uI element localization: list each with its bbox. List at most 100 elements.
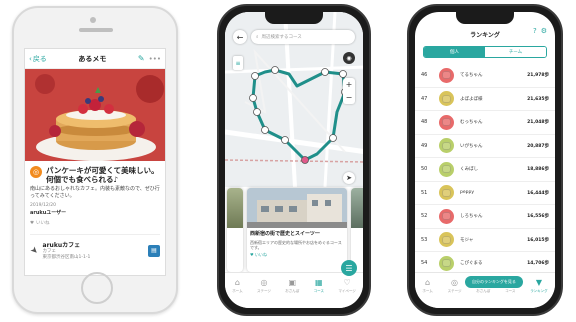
waypoint-marker	[321, 68, 329, 76]
speaker	[79, 28, 113, 32]
card-title: 西新宿の街で歴史とスイーツ一	[250, 231, 320, 237]
table-row[interactable]: 47 よぼよぼ様 21,635歩	[415, 88, 555, 111]
card-photo	[247, 188, 347, 228]
place-info: arukuカフェ カフェ 東京都渋谷区南山1-1-1	[43, 240, 91, 261]
tab-bar: ⌂ ホーム ◎ ステージ ▣ おさんぽ ▦ コース ♡ マイページ	[225, 272, 363, 308]
step-score: 18,886歩	[527, 167, 549, 173]
ranking-segment: 個人 チーム	[423, 46, 547, 58]
course-card-prev[interactable]	[227, 188, 243, 272]
list-fab-button[interactable]: ☰	[341, 260, 357, 276]
avatar	[439, 255, 454, 271]
stage-icon: ◎	[260, 278, 268, 287]
avatar	[439, 161, 454, 177]
segment-team[interactable]: チーム	[485, 47, 546, 57]
segment-individual[interactable]: 個人	[424, 47, 485, 57]
step-score: 16,444歩	[527, 190, 549, 196]
card-photo	[351, 188, 363, 228]
more-button[interactable]: •••	[149, 55, 161, 63]
tab-ranking[interactable]: ▼ ランキング	[530, 278, 547, 308]
place-detail-button[interactable]: ▤	[148, 244, 160, 257]
memo-author[interactable]: arukuユーザー	[25, 209, 165, 216]
course-card[interactable]: 西新宿の街で歴史とスイーツ一 西新宿エリアの歴史的な場所やお店をめぐるコースです…	[247, 188, 347, 272]
place-card[interactable]: ➤ arukuカフェ カフェ 東京都渋谷区南山1-1-1 ▤	[27, 234, 160, 261]
memo-badge-icon: ◎	[30, 166, 42, 178]
table-row[interactable]: 49 いがちゃん 20,887歩	[415, 135, 555, 158]
home-button[interactable]	[81, 272, 113, 304]
rank-number: 46	[421, 72, 428, 79]
zoom-control[interactable]: + −	[343, 78, 355, 104]
my-ranking-button[interactable]: 自分のランキングを見る	[465, 276, 523, 288]
user-name: くみぼし	[460, 167, 479, 173]
tab-stage[interactable]: ◎ ステージ	[448, 278, 462, 308]
layer-icon[interactable]: ◉	[343, 52, 355, 64]
avatar	[439, 185, 454, 201]
memo-date: 2019/12/20	[30, 203, 56, 208]
help-icon[interactable]: ?	[533, 27, 537, 35]
tab-stage[interactable]: ◎ ステージ	[257, 278, 271, 308]
avatar	[439, 91, 454, 107]
course-card-carousel[interactable]: 西新宿の街で歴史とスイーツ一 西新宿エリアの歴史的な場所やお店をめぐるコースです…	[225, 188, 363, 272]
user-name: モジャ	[460, 237, 474, 243]
rank-number: 52	[421, 213, 428, 220]
user-name: しろちゃん	[460, 214, 483, 220]
tab-home[interactable]: ⌂ ホーム	[422, 278, 432, 308]
table-row[interactable]: 52 しろちゃん 16,556歩	[415, 205, 555, 229]
table-row[interactable]: 50 くみぼし 18,886歩	[415, 158, 555, 182]
list-toggle-icon[interactable]: ≡	[233, 56, 243, 70]
card-photo	[227, 188, 243, 228]
user-name: よぼよぼ様	[460, 96, 483, 102]
tab-course[interactable]: ▦コース	[314, 278, 324, 308]
chevron-left-icon: ‹	[29, 54, 32, 63]
camera	[90, 17, 96, 23]
tab-mypage[interactable]: ♡ マイページ	[338, 278, 355, 308]
memo-header: ‹ 戻る あるメモ ✎ •••	[25, 49, 165, 69]
trophy-icon: ▼	[535, 278, 542, 287]
step-score: 21,048歩	[527, 120, 549, 126]
search-input[interactable]: ⌕ 周辺検索するコース	[251, 30, 355, 44]
back-button[interactable]: ←	[233, 30, 247, 44]
step-score: 21,978歩	[527, 73, 549, 79]
stage-icon: ◎	[451, 278, 459, 287]
user-name: いがちゃん	[460, 143, 483, 149]
back-button[interactable]: ‹ 戻る	[29, 54, 47, 64]
place-name: arukuカフェ	[42, 242, 81, 249]
card-like-button[interactable]: ♥ いいね	[247, 250, 347, 260]
waypoint-marker	[329, 134, 337, 142]
navigation-arrow-icon: ➤	[27, 244, 40, 257]
step-score: 16,556歩	[527, 214, 549, 220]
table-row[interactable]: 53 モジャ 16,015歩	[415, 229, 555, 252]
tab-walk[interactable]: ▣おさんぽ	[285, 278, 299, 308]
user-name: てるちゃん	[460, 73, 483, 79]
phone-white: ‹ 戻る あるメモ ✎ ••• ◎ パンケーキが可愛くて美味しい。何個でも食べら…	[12, 6, 178, 314]
home-icon: ⌂	[425, 278, 431, 287]
table-row[interactable]: 46 てるちゃん 21,978歩	[415, 64, 555, 88]
zoom-in-icon[interactable]: +	[346, 80, 353, 89]
table-row[interactable]: 48 むっちゃん 21,048歩	[415, 111, 555, 135]
search-icon: ⌕	[256, 35, 259, 40]
heart-icon: ♡	[343, 278, 351, 287]
table-row[interactable]: 51 peppy 16,444歩	[415, 182, 555, 205]
waypoint-marker	[339, 70, 347, 78]
tab-home[interactable]: ⌂ ホーム	[232, 278, 242, 308]
memo-screen: ‹ 戻る あるメモ ✎ ••• ◎ パンケーキが可愛くて美味しい。何個でも食べら…	[24, 48, 166, 276]
ranking-list: 46 てるちゃん 21,978歩 47 よぼよぼ様 21,635歩 48 むっちゃん 21,…	[415, 64, 555, 276]
memo-body: 南山にあるおしゃれなカフェ。内装も素敵なので、ぜひ行ってみてください。	[30, 186, 160, 199]
rank-number: 54	[421, 260, 428, 267]
zoom-out-icon[interactable]: −	[346, 93, 353, 102]
course-card-next[interactable]	[351, 188, 363, 272]
rank-number: 49	[421, 142, 428, 149]
arrow-left-icon: ←	[236, 32, 244, 42]
heart-icon: ♥	[30, 220, 35, 226]
waypoint-marker	[251, 72, 259, 80]
like-button[interactable]: ♥ いいね	[25, 216, 165, 230]
pencil-icon[interactable]: ✎	[138, 54, 145, 63]
step-score: 20,887歩	[527, 143, 549, 149]
waypoint-marker	[253, 108, 261, 116]
notch	[265, 12, 323, 24]
phone-ranking: ランキング ? ⚙ 個人 チーム 46 てるちゃん 21,978歩 47 よぼよぼ様 2…	[407, 4, 563, 316]
step-score: 16,015歩	[527, 237, 549, 243]
step-score: 14,706歩	[527, 261, 549, 267]
map-screen: ← ⌕ 周辺検索するコース ≡ ◉ + − ➤ 西新宿の街で歴史とスイーツ一 西…	[225, 12, 363, 308]
gear-icon[interactable]: ⚙	[541, 27, 547, 35]
current-location-icon[interactable]: ➤	[343, 172, 355, 184]
